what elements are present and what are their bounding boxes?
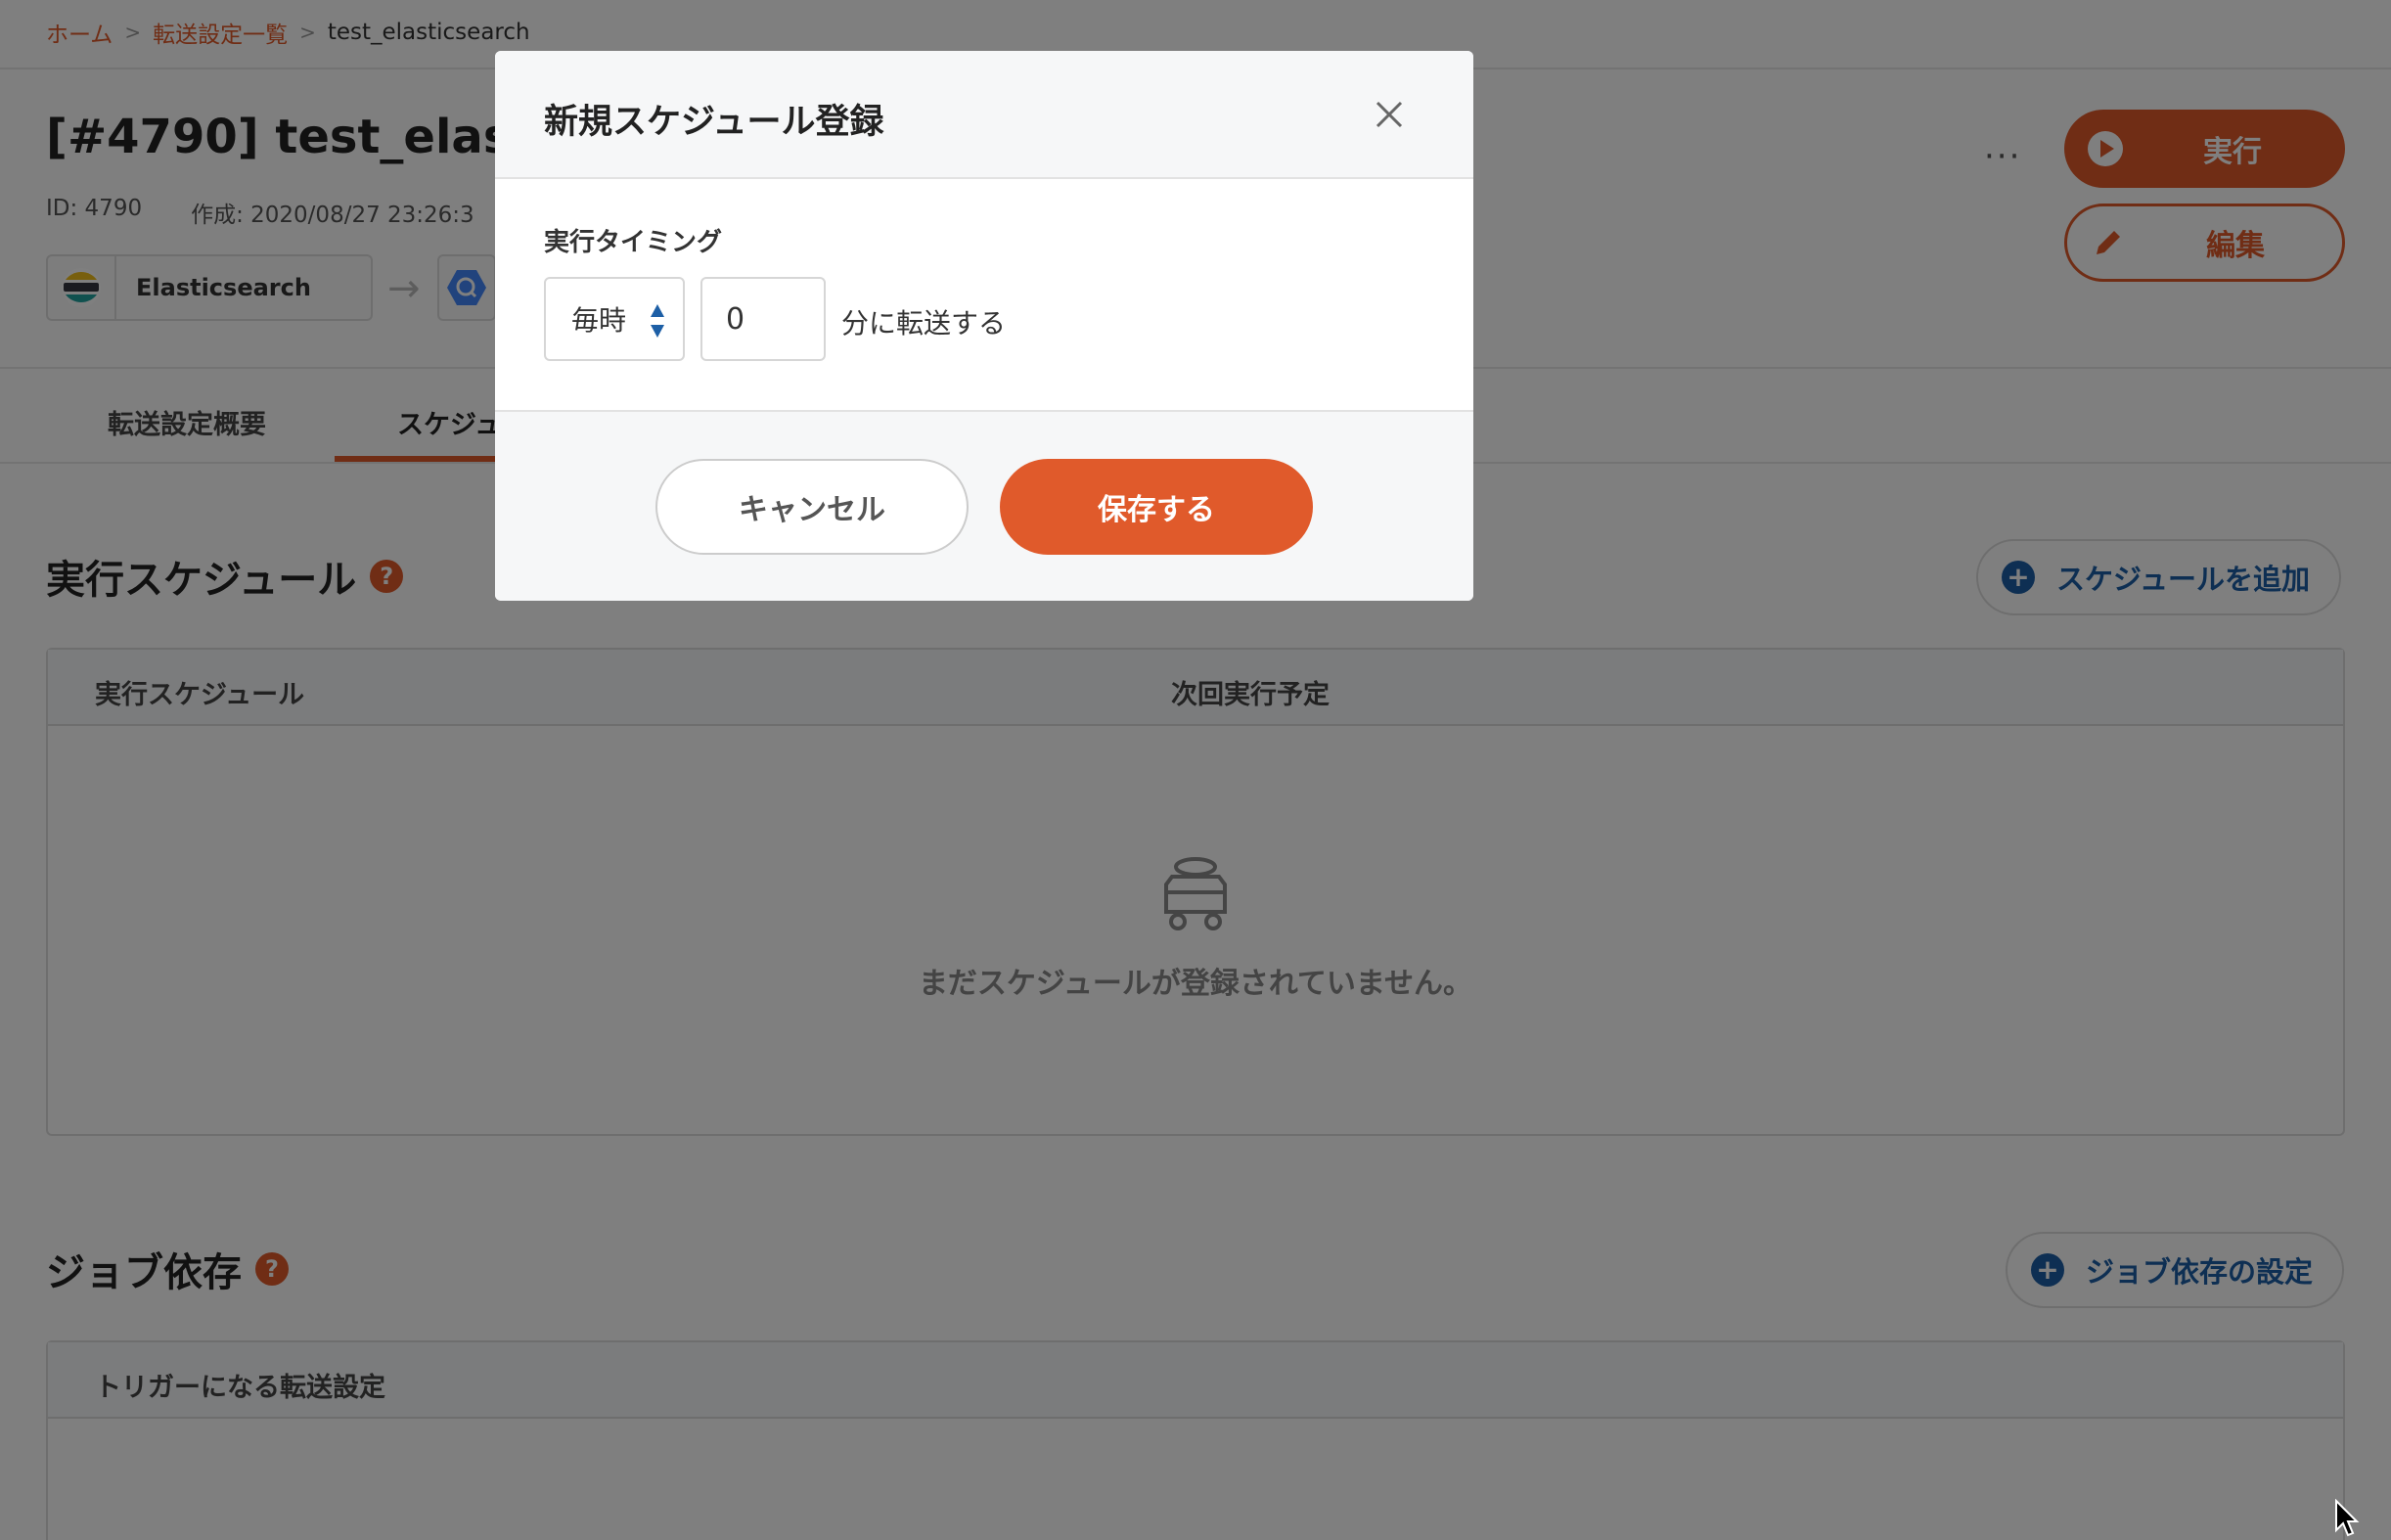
select-updown-icon bbox=[651, 304, 664, 338]
new-schedule-modal: 新規スケジュール登録 実行タイミング 毎時 分に転送する キャンセル 保存する bbox=[495, 51, 1473, 601]
cancel-button[interactable]: キャンセル bbox=[655, 459, 969, 555]
minute-suffix-text: 分に転送する bbox=[841, 307, 1007, 340]
timing-field-label: 実行タイミング bbox=[544, 228, 723, 257]
frequency-select[interactable]: 毎時 bbox=[544, 277, 685, 361]
frequency-select-value: 毎時 bbox=[571, 304, 627, 337]
save-button[interactable]: 保存する bbox=[1000, 459, 1313, 555]
modal-body: 実行タイミング 毎時 分に転送する bbox=[495, 179, 1473, 410]
modal-header: 新規スケジュール登録 bbox=[495, 51, 1473, 179]
modal-title: 新規スケジュール登録 bbox=[544, 103, 884, 142]
modal-footer: キャンセル 保存する bbox=[495, 410, 1473, 601]
minute-input[interactable] bbox=[700, 277, 826, 361]
close-icon[interactable] bbox=[1372, 97, 1407, 132]
mouse-pointer-icon bbox=[2335, 1499, 2360, 1537]
